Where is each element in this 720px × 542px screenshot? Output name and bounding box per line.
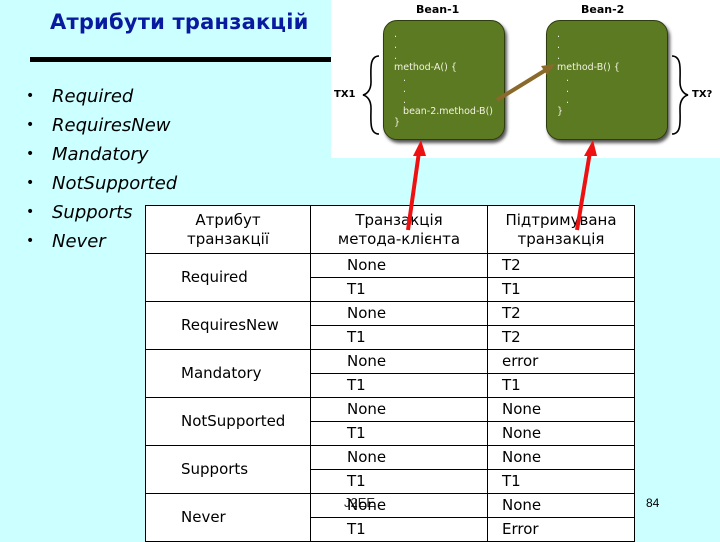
bean-call-diagram: Bean-1 Bean-2 . . . method-A() { . . . b…	[331, 0, 720, 158]
client-cell: None	[310, 493, 488, 518]
transaction-attributes-table: Атрибут транзакції Транзакція метода-клієн…	[145, 205, 635, 542]
bullet-label: RequiresNew	[52, 115, 171, 136]
title-underline	[30, 57, 332, 62]
client-cell: None	[310, 445, 488, 470]
tx2-brace-icon	[671, 55, 689, 135]
supported-cell: None	[487, 421, 635, 446]
table-row: Supports None None	[145, 445, 635, 494]
client-cell: None	[310, 301, 488, 326]
client-cell: None	[310, 253, 488, 278]
supported-cell: None	[487, 493, 635, 518]
call-arrow	[362, 55, 689, 135]
bullet-item: • RequiresNew	[26, 111, 177, 140]
header-supported-transaction: Підтримувана транзакція	[487, 205, 635, 254]
header-client-transaction: Транзакція метода-клієнта	[310, 205, 488, 254]
attribute-cell: RequiresNew	[145, 301, 311, 350]
tx2-label: TX?	[692, 89, 713, 100]
bullet-label: NotSupported	[52, 173, 178, 194]
attribute-cell: Supports	[145, 445, 311, 494]
supported-cell: T2	[487, 253, 635, 278]
table-row: Never None None	[145, 493, 635, 542]
supported-cell: T2	[487, 301, 635, 326]
attribute-cell: Required	[145, 253, 311, 302]
bullet-icon: •	[26, 88, 35, 104]
bullet-icon: •	[26, 117, 35, 133]
bullet-label: Mandatory	[52, 144, 149, 165]
bullet-item: • Required	[26, 82, 177, 111]
table-row: Required None T2	[145, 253, 635, 302]
header-attribute: Атрибут транзакції	[145, 205, 311, 254]
header-supported-line2: транзакція	[517, 229, 605, 248]
client-cell: T1	[310, 277, 488, 302]
attribute-cell: NotSupported	[145, 397, 311, 446]
table-row: RequiresNew None T2	[145, 301, 635, 350]
bullet-icon: •	[26, 146, 35, 162]
client-cell: T1	[310, 469, 488, 494]
bullet-icon: •	[26, 175, 35, 191]
tx1-brace-icon	[362, 55, 380, 135]
attribute-cell: Mandatory	[145, 349, 311, 398]
client-cell: None	[310, 397, 488, 422]
tx1-label: TX1	[334, 89, 356, 100]
attribute-cell: Never	[145, 493, 311, 542]
call-arrow-line	[495, 66, 551, 102]
supported-cell: None	[487, 445, 635, 470]
supported-cell: T2	[487, 325, 635, 350]
client-cell: T1	[310, 373, 488, 398]
supported-cell: T1	[487, 469, 635, 494]
bullet-label: Supports	[52, 202, 133, 223]
supported-cell: Error	[487, 517, 635, 542]
bullet-icon: •	[26, 204, 35, 220]
slide-title: Атрибути транзакцій	[50, 10, 309, 34]
header-supported-line1: Підтримувана	[505, 210, 617, 229]
bullet-item: • Mandatory	[26, 140, 177, 169]
table-row: NotSupported None None	[145, 397, 635, 446]
client-cell: None	[310, 349, 488, 374]
table-header-row: Атрибут транзакції Транзакція метода-клієн…	[145, 205, 635, 254]
supported-cell: T1	[487, 277, 635, 302]
supported-cell: error	[487, 349, 635, 374]
page-number: 84	[646, 496, 660, 510]
header-client-line2: метода-клієнта	[337, 229, 461, 248]
header-attribute-line2: транзакції	[186, 229, 270, 248]
header-client-line1: Транзакція	[355, 210, 443, 229]
client-cell: T1	[310, 517, 488, 542]
client-cell: T1	[310, 325, 488, 350]
supported-cell: T1	[487, 373, 635, 398]
footer-tag: J2EE	[344, 495, 376, 510]
table-row: Mandatory None error	[145, 349, 635, 398]
supported-cell: None	[487, 397, 635, 422]
bullet-label: Required	[52, 86, 134, 107]
bullet-label: Never	[52, 231, 106, 252]
header-attribute-line1: Атрибут	[195, 210, 261, 229]
bullet-icon: •	[26, 233, 35, 249]
bullet-item: • NotSupported	[26, 169, 177, 198]
client-cell: T1	[310, 421, 488, 446]
